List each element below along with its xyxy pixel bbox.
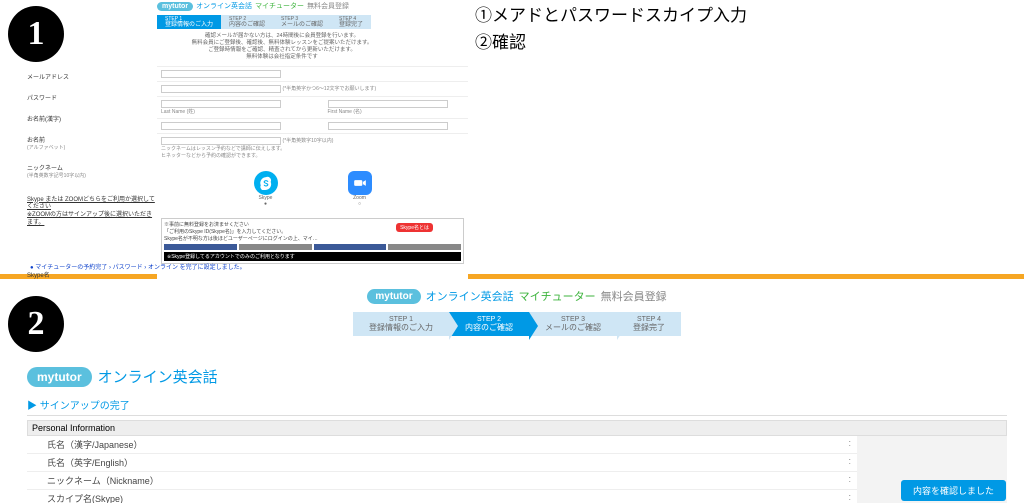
- firstname-input[interactable]: [328, 100, 448, 108]
- step2-4: STEP 4登録完了: [617, 312, 681, 336]
- step2-1: STEP 1登録情報のご入力: [353, 312, 449, 336]
- skype-icon[interactable]: [254, 171, 278, 195]
- skypeid-bubble[interactable]: Skype名とは: [396, 223, 433, 232]
- nickname-hint2: ニックネームはレッスン予約などで講師に伝えします。 ヒネッターなどから予約の確認…: [161, 145, 464, 159]
- label-skypeid: Skype名: [27, 270, 157, 279]
- lastname-roman-input[interactable]: [161, 122, 281, 130]
- row-password: (*半角英字かつ6〜12文字でお願いします): [157, 81, 468, 96]
- lastname-input[interactable]: [161, 100, 281, 108]
- label-name: お名前(漢字): [27, 114, 157, 123]
- row-name: Last Name (姓) First Name (名): [157, 96, 468, 118]
- skype-radio[interactable]: ●: [254, 201, 278, 207]
- pi-label-nickname: ニックネーム（Nickname）: [27, 472, 187, 489]
- nickname-hint1: (*半角英数字10字以内): [283, 138, 334, 144]
- confirm-button[interactable]: 内容を確認しました: [901, 480, 1006, 501]
- nickname-input[interactable]: [161, 137, 281, 145]
- breadcrumb[interactable]: ● マイチューターの予約完了 › パスワード › オンライン を完了に設定しまし…: [30, 262, 246, 271]
- step2-2: STEP 2内容のご確認: [449, 312, 529, 336]
- brand-title: オンライン英会話: [196, 1, 252, 11]
- table-row: 氏名（漢字/Japanese）:: [27, 436, 857, 454]
- step2-3: STEP 3メールのご確認: [529, 312, 617, 336]
- step-indicator-large: STEP 1登録情報のご入力 STEP 2内容のご確認 STEP 3メールのご確…: [27, 312, 1007, 336]
- panel-signup-form: mytutor オンライン英会話 マイチューター 無料会員登録 STEP 1登録…: [27, 0, 468, 258]
- step-3: STEP 3メールのご確認: [273, 15, 331, 29]
- instruction-overlay: ①メアドとパスワードスカイプ入力 ②確認: [475, 2, 747, 56]
- brand-subtitle: マイチューター: [255, 1, 304, 11]
- panel1-header: mytutor オンライン英会話 マイチューター 無料会員登録: [27, 0, 468, 12]
- row-nickname: (*半角英数字10字以内) ニックネームはレッスン予約などで講師に伝えします。 …: [157, 133, 468, 162]
- table-row: スカイプ名(Skype):: [27, 490, 857, 503]
- panel2-header: mytutor オンライン英会話 マイチューター 無料会員登録: [27, 284, 1007, 308]
- row-roman: [157, 118, 468, 133]
- row-email: [157, 66, 468, 81]
- skypeid-warning: ※Skype登録してるアカウントでのみのご利用となります: [164, 252, 461, 261]
- brand-row-large: mytutor オンライン英会話: [27, 366, 1007, 387]
- pi-colon: :: [187, 472, 857, 489]
- step-4: STEP 4登録完了: [331, 15, 371, 29]
- brand-title-large: オンライン英会話: [98, 366, 218, 387]
- pi-colon: :: [187, 454, 857, 471]
- instruction-line-2: ②確認: [475, 29, 747, 56]
- pi-label-skype: スカイプ名(Skype): [27, 490, 187, 503]
- pi-colon: :: [187, 436, 857, 453]
- personal-info-header: Personal Information: [27, 420, 1007, 436]
- logo-mini: mytutor: [157, 2, 193, 11]
- label-nickname: ニックネーム(半角英数字記号10字以内): [27, 163, 157, 179]
- form-fields-column: (*半角英字かつ6〜12文字でお願いします) Last Name (姓) Fir…: [157, 66, 468, 279]
- password-hint: (*半角英字かつ6〜12文字でお願いします): [283, 86, 377, 92]
- firstname-roman-input[interactable]: [328, 122, 448, 130]
- camera-select-link[interactable]: Skype または ZOOMどちらをご利用か選択してください※ZOOMの方はサイ…: [27, 197, 157, 228]
- page-label: 無料会員登録: [307, 1, 349, 11]
- row-camera: Skype ● Zoom ○: [157, 162, 468, 216]
- page-label-2: 無料会員登録: [601, 288, 667, 304]
- step-2: STEP 2内容のご確認: [221, 15, 273, 29]
- skypeid-box: ※事前に無料登録をお済ませください 「ご利用のSkype ID(Skype名)」…: [161, 218, 464, 264]
- zoom-icon[interactable]: [348, 171, 372, 195]
- logo: mytutor: [367, 289, 420, 304]
- brand-title-2: オンライン英会話: [426, 288, 514, 304]
- email-input[interactable]: [161, 70, 281, 78]
- panel-confirm: mytutor オンライン英会話 マイチューター 無料会員登録 STEP 1登録…: [27, 284, 1007, 503]
- step-indicator-small: STEP 1登録情報のご入力 STEP 2内容のご確認 STEP 3メールのご確…: [157, 15, 468, 29]
- brand-subtitle-2: マイチューター: [519, 288, 596, 304]
- logo-large: mytutor: [27, 367, 92, 387]
- table-row: 氏名（英字/English）:: [27, 454, 857, 472]
- instruction-line-1: ①メアドとパスワードスカイプ入力: [475, 2, 747, 29]
- table-row: ニックネーム（Nickname）:: [27, 472, 857, 490]
- label-password: パスワード: [27, 93, 157, 102]
- firstname-hint: First Name (名): [328, 108, 465, 115]
- zoom-radio[interactable]: ○: [348, 201, 372, 207]
- password-input[interactable]: [161, 85, 281, 93]
- form-labels-column: メールアドレス パスワード お名前(漢字) お名前(アルファベット) ニックネー…: [27, 66, 157, 279]
- pi-label-name-jp: 氏名（漢字/Japanese）: [27, 436, 187, 453]
- label-email: メールアドレス: [27, 72, 157, 81]
- signup-heading: ▶ サインアップの完了: [27, 397, 1007, 416]
- pi-colon: :: [187, 490, 857, 503]
- pi-label-name-en: 氏名（英字/English）: [27, 454, 187, 471]
- step-1: STEP 1登録情報のご入力: [157, 15, 221, 29]
- label-roman: お名前(アルファベット): [27, 135, 157, 151]
- lastname-hint: Last Name (姓): [161, 108, 298, 115]
- social-bar: [164, 244, 461, 250]
- signup-note: 確認メールが届かない方は、24時間後に会員登録を行います。 無料会員にご登録後、…: [167, 33, 397, 62]
